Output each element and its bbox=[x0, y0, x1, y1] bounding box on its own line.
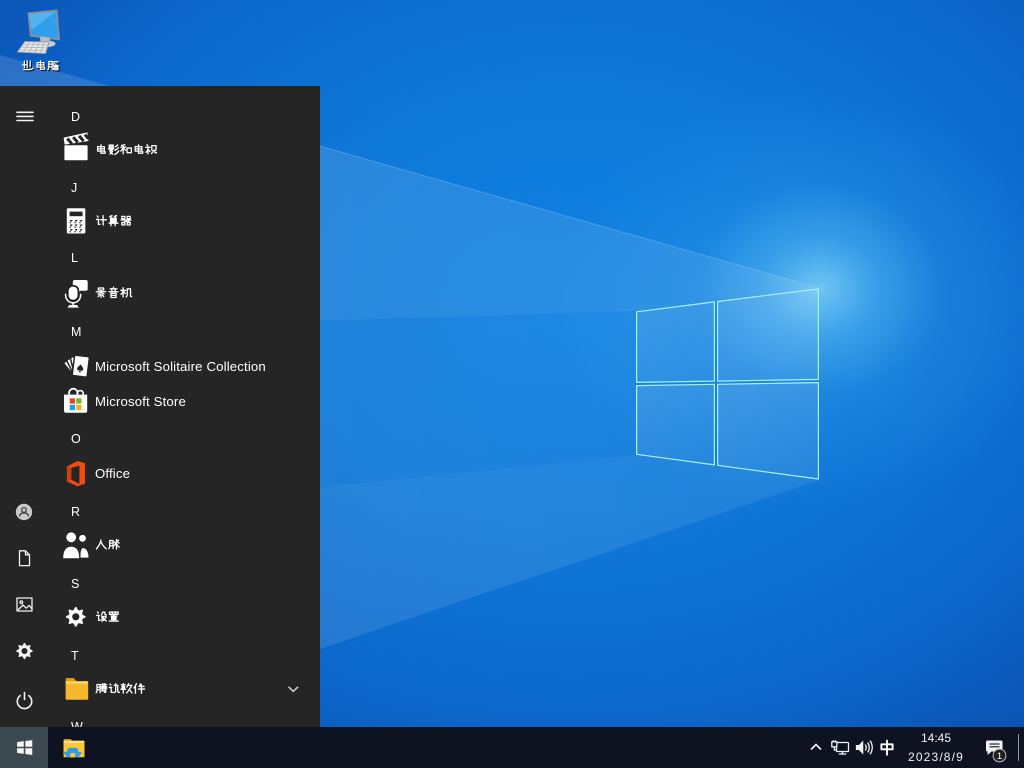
svg-text:1: 1 bbox=[997, 751, 1002, 762]
